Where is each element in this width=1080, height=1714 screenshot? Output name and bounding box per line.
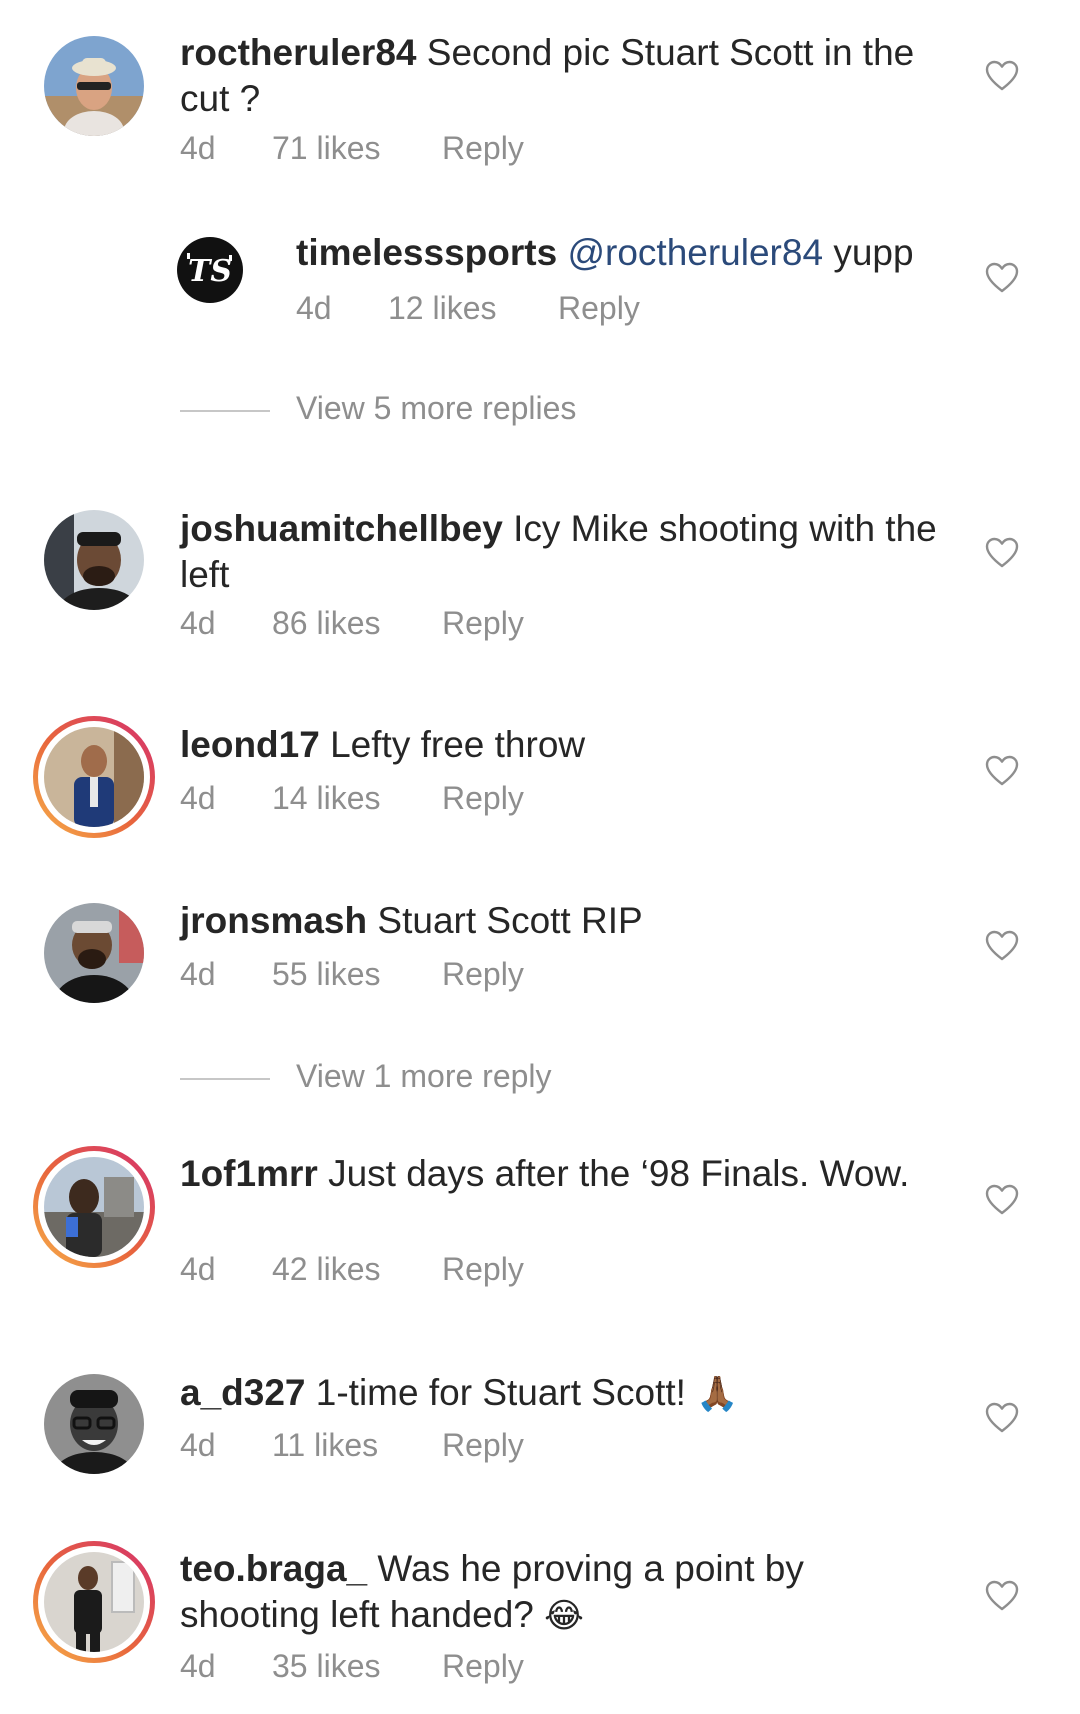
reply-button[interactable]: Reply xyxy=(442,130,524,167)
comment-likes[interactable]: 14 likes xyxy=(272,780,442,817)
divider-line xyxy=(180,409,270,412)
avatar[interactable] xyxy=(44,510,144,610)
comment-text: joshuamitchellbey Icy Mike shooting with… xyxy=(180,506,950,598)
comment-text: a_d327 1-time for Stuart Scott! 🙏🏾 xyxy=(180,1370,950,1417)
comment-body: Just days after the ‘98 Finals. Wow. xyxy=(328,1153,910,1194)
reply-button[interactable]: Reply xyxy=(442,956,524,993)
comment-time: 4d xyxy=(180,780,216,816)
reply-button[interactable]: Reply xyxy=(442,1427,524,1464)
reply-text: timelesssports @roctheruler84 yupp xyxy=(296,230,936,276)
reply-username[interactable]: timelesssports xyxy=(296,232,557,273)
comment-time: 4d xyxy=(180,1427,216,1463)
heart-outline-icon[interactable] xyxy=(985,1184,1019,1216)
avatar[interactable] xyxy=(44,1157,144,1257)
avatar[interactable] xyxy=(44,1374,144,1474)
reply-likes[interactable]: 12 likes xyxy=(388,290,558,327)
comment-likes[interactable]: 71 likes xyxy=(272,130,442,167)
comment-username[interactable]: 1of1mrr xyxy=(180,1153,318,1194)
comment-body: 1-time for Stuart Scott! xyxy=(315,1372,686,1413)
view-more-label: View 5 more replies xyxy=(296,390,577,426)
heart-outline-icon[interactable] xyxy=(985,60,1019,92)
avatar[interactable] xyxy=(44,36,144,136)
comment-likes[interactable]: 42 likes xyxy=(272,1251,442,1288)
comment-meta: 4d 35 likes Reply xyxy=(180,1648,524,1685)
comment-likes[interactable]: 86 likes xyxy=(272,605,442,642)
comment-text: 1of1mrr Just days after the ‘98 Finals. … xyxy=(180,1151,950,1197)
avatar[interactable] xyxy=(44,1552,144,1652)
comment-username[interactable]: leond17 xyxy=(180,724,320,765)
comment-meta: 4d 11 likes Reply xyxy=(180,1427,524,1464)
comment-time: 4d xyxy=(180,1251,216,1287)
heart-outline-icon[interactable] xyxy=(985,262,1019,294)
view-more-label: View 1 more reply xyxy=(296,1058,552,1094)
story-ring[interactable] xyxy=(33,1146,155,1268)
comment-meta: 4d 86 likes Reply xyxy=(180,605,524,642)
comment-meta: 4d 71 likes Reply xyxy=(180,130,524,167)
reply-mention[interactable]: @roctheruler84 xyxy=(567,232,823,273)
reply-button[interactable]: Reply xyxy=(442,605,524,642)
comment-time: 4d xyxy=(180,605,216,641)
reply-button[interactable]: Reply xyxy=(442,780,524,817)
reply-button[interactable]: Reply xyxy=(558,290,640,327)
comment-text: jronsmash Stuart Scott RIP xyxy=(180,898,950,944)
reply-button[interactable]: Reply xyxy=(442,1648,524,1685)
comment-time: 4d xyxy=(180,1648,216,1684)
reply-body: yupp xyxy=(833,232,914,273)
view-more-replies-button[interactable]: View 1 more reply xyxy=(180,1058,552,1095)
divider-line xyxy=(180,1077,270,1080)
comment-username[interactable]: joshuamitchellbey xyxy=(180,508,503,549)
comment-meta: 4d 55 likes Reply xyxy=(180,956,524,993)
comment-username[interactable]: a_d327 xyxy=(180,1372,306,1413)
avatar[interactable] xyxy=(44,903,144,1003)
heart-outline-icon[interactable] xyxy=(985,537,1019,569)
comment-meta: 4d 14 likes Reply xyxy=(180,780,524,817)
heart-outline-icon[interactable] xyxy=(985,1580,1019,1612)
svg-text:TS: TS xyxy=(188,254,232,289)
comment-text: roctheruler84 Second pic Stuart Scott in… xyxy=(180,30,950,122)
avatar[interactable]: TS xyxy=(173,233,247,307)
comment-likes[interactable]: 55 likes xyxy=(272,956,442,993)
tears-of-joy-emoji: 😂 xyxy=(544,1596,584,1636)
comment-likes[interactable]: 35 likes xyxy=(272,1648,442,1685)
comment-username[interactable]: jronsmash xyxy=(180,900,367,941)
comment-likes[interactable]: 11 likes xyxy=(272,1427,442,1464)
avatar[interactable] xyxy=(44,727,144,827)
heart-outline-icon[interactable] xyxy=(985,755,1019,787)
comment-time: 4d xyxy=(180,956,216,992)
story-ring[interactable] xyxy=(33,716,155,838)
comment-meta: 4d 42 likes Reply xyxy=(180,1251,524,1288)
reply-time: 4d xyxy=(296,290,332,326)
folded-hands-emoji: 🙏🏾 xyxy=(696,1374,739,1414)
reply-meta: 4d 12 likes Reply xyxy=(296,290,640,327)
comment-text: leond17 Lefty free throw xyxy=(180,722,950,768)
comment-username[interactable]: teo.braga_ xyxy=(180,1548,367,1589)
comment-username[interactable]: roctheruler84 xyxy=(180,32,417,73)
view-more-replies-button[interactable]: View 5 more replies xyxy=(180,390,576,427)
heart-outline-icon[interactable] xyxy=(985,930,1019,962)
comment-body: Stuart Scott RIP xyxy=(377,900,643,941)
reply-button[interactable]: Reply xyxy=(442,1251,524,1288)
comment-text: teo.braga_ Was he proving a point by sho… xyxy=(180,1546,950,1639)
story-ring[interactable] xyxy=(33,1541,155,1663)
comment-time: 4d xyxy=(180,130,216,166)
heart-outline-icon[interactable] xyxy=(985,1402,1019,1434)
comment-body: Lefty free throw xyxy=(330,724,586,765)
